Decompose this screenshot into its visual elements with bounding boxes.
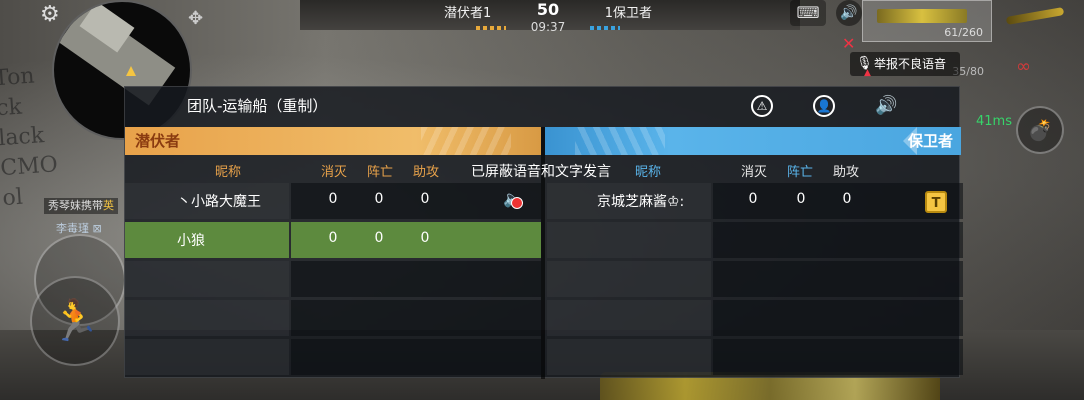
col-header-kills: 消灭 [741, 165, 768, 180]
melee-weapon-slot[interactable] [996, 0, 1080, 42]
col-header-deaths: 阵亡 [787, 165, 814, 180]
player-stats-cell [713, 300, 963, 336]
player-name: 丶小路大魔王 [177, 194, 261, 210]
player-row-empty [547, 339, 963, 375]
col-header-nickname: 昵称 [635, 165, 662, 180]
player-assists: 0 [420, 230, 430, 246]
mute-tooltip: 已屏蔽语音和文字发言 [471, 164, 611, 180]
player-stats-cell [291, 339, 541, 375]
player-stats-cell [291, 300, 541, 336]
player-name-cell [547, 300, 711, 336]
right-team-score: 1保卫者 [604, 6, 652, 21]
player-name-cell: 丶小路大魔王 [125, 183, 289, 219]
team-bar-decoration [575, 127, 665, 155]
team-bar-decoration [421, 127, 511, 155]
crouch-button[interactable]: 🏃 [30, 276, 120, 366]
infinity-icon: ∞ [1016, 56, 1031, 77]
player-row-empty [125, 300, 541, 336]
left-team-indicator [476, 26, 506, 30]
warning-icon: ▲ [864, 68, 871, 78]
chat-message: 秀琴妹携带英 [44, 198, 118, 214]
player-name: 京城芝麻酱♔: [597, 194, 685, 210]
player-name-cell: 京城芝麻酱♔: [547, 183, 711, 219]
player-deaths: 0 [796, 191, 806, 207]
player-name-cell [547, 222, 711, 258]
player-row-empty [125, 261, 541, 297]
team-name-right: 保卫者 [907, 132, 953, 150]
col-header-nickname: 昵称 [215, 165, 242, 180]
col-header-assists: 助攻 [413, 165, 440, 180]
player-kills: 0 [748, 191, 758, 207]
warning-triangle-icon[interactable]: ⚠ [751, 95, 773, 117]
right-team-indicator [590, 26, 620, 30]
settings-gear-icon[interactable]: ⚙ [40, 2, 60, 27]
primary-weapon-slot[interactable]: 61/260 [862, 0, 992, 42]
muted-speaker-icon[interactable]: 🔈 [503, 189, 523, 209]
network-ping: 41ms [976, 114, 1012, 129]
left-team-score: 潜伏者1 [444, 6, 492, 21]
report-voice-label: 举报不良语音 [874, 57, 947, 71]
player-deaths: 0 [374, 191, 384, 207]
voice-speaker-button[interactable]: 🔊 [836, 0, 862, 26]
player-name: 小狼 [177, 233, 205, 249]
player-name-cell: 小狼 [125, 222, 289, 258]
col-header-deaths: 阵亡 [367, 165, 394, 180]
player-name-cell [125, 300, 289, 336]
player-name-cell [125, 339, 289, 375]
team-badge-icon: T [925, 191, 947, 213]
player-assists: 0 [420, 191, 430, 207]
player-kills: 0 [328, 230, 338, 246]
dpad-icon[interactable]: ✥ [188, 8, 203, 29]
player-row-empty [547, 222, 963, 258]
player-stats-cell [713, 261, 963, 297]
chat-user: 秀琴妹携带 [48, 199, 103, 212]
player-kills: 0 [328, 191, 338, 207]
team-bar-infiltrators: 潜伏者 [125, 127, 541, 155]
player-name-cell [125, 261, 289, 297]
col-header-assists: 助攻 [833, 165, 860, 180]
player-name-cell [547, 339, 711, 375]
player-assists: 0 [842, 191, 852, 207]
player-row-empty [547, 261, 963, 297]
player-row-empty [547, 300, 963, 336]
player-row[interactable]: 京城芝麻酱♔: 0 0 0 [547, 183, 963, 219]
player-stats-cell [713, 339, 963, 375]
chat-keyboard-button[interactable]: ⌨ [790, 0, 826, 26]
knife-icon [1005, 7, 1065, 25]
minimap-player-marker [126, 66, 136, 76]
map-name: 团队-运输船（重制） [187, 97, 328, 115]
chat-highlight: 英 [103, 199, 114, 212]
team-bar-defenders: 保卫者 [545, 127, 961, 155]
speaker-volume-icon[interactable]: 🔊 [875, 95, 897, 117]
scoreboard-header: 团队-运输船（重制） ⚠ 👤 🔊 [125, 87, 961, 125]
throwable-slot[interactable]: ∞ [996, 46, 1080, 80]
grenade-button[interactable]: 💣 [1016, 106, 1064, 154]
match-timer: 09:37 [530, 20, 566, 34]
rifle-icon [877, 9, 967, 23]
user-block-icon[interactable]: 👤 [813, 95, 835, 117]
player-row-self[interactable]: 小狼 0 0 0 [125, 222, 541, 258]
player-stats-cell [713, 222, 963, 258]
player-stats-cell [291, 261, 541, 297]
player-stats-cell: 0 0 0 [291, 222, 541, 258]
match-score-bar: 潜伏者1 50 1保卫者 09:37 [432, 0, 664, 38]
report-voice-button[interactable]: 🎙 ▲ 举报不良语音 [850, 52, 960, 78]
target-score: 50 [536, 0, 560, 19]
player-deaths: 0 [374, 230, 384, 246]
player-row[interactable]: 丶小路大魔王 0 0 0 [125, 183, 541, 219]
col-header-kills: 消灭 [321, 165, 348, 180]
scoreboard-panel: 团队-运输船（重制） ⚠ 👤 🔊 潜伏者 保卫者 昵称 消灭 阵亡 助攻 昵称 … [124, 86, 963, 379]
player-name-cell [547, 261, 711, 297]
player-row-empty [125, 339, 541, 375]
primary-ammo-count: 61/260 [944, 26, 983, 39]
team-name-left: 潜伏者 [135, 132, 181, 150]
close-icon[interactable]: ✕ [842, 34, 855, 53]
